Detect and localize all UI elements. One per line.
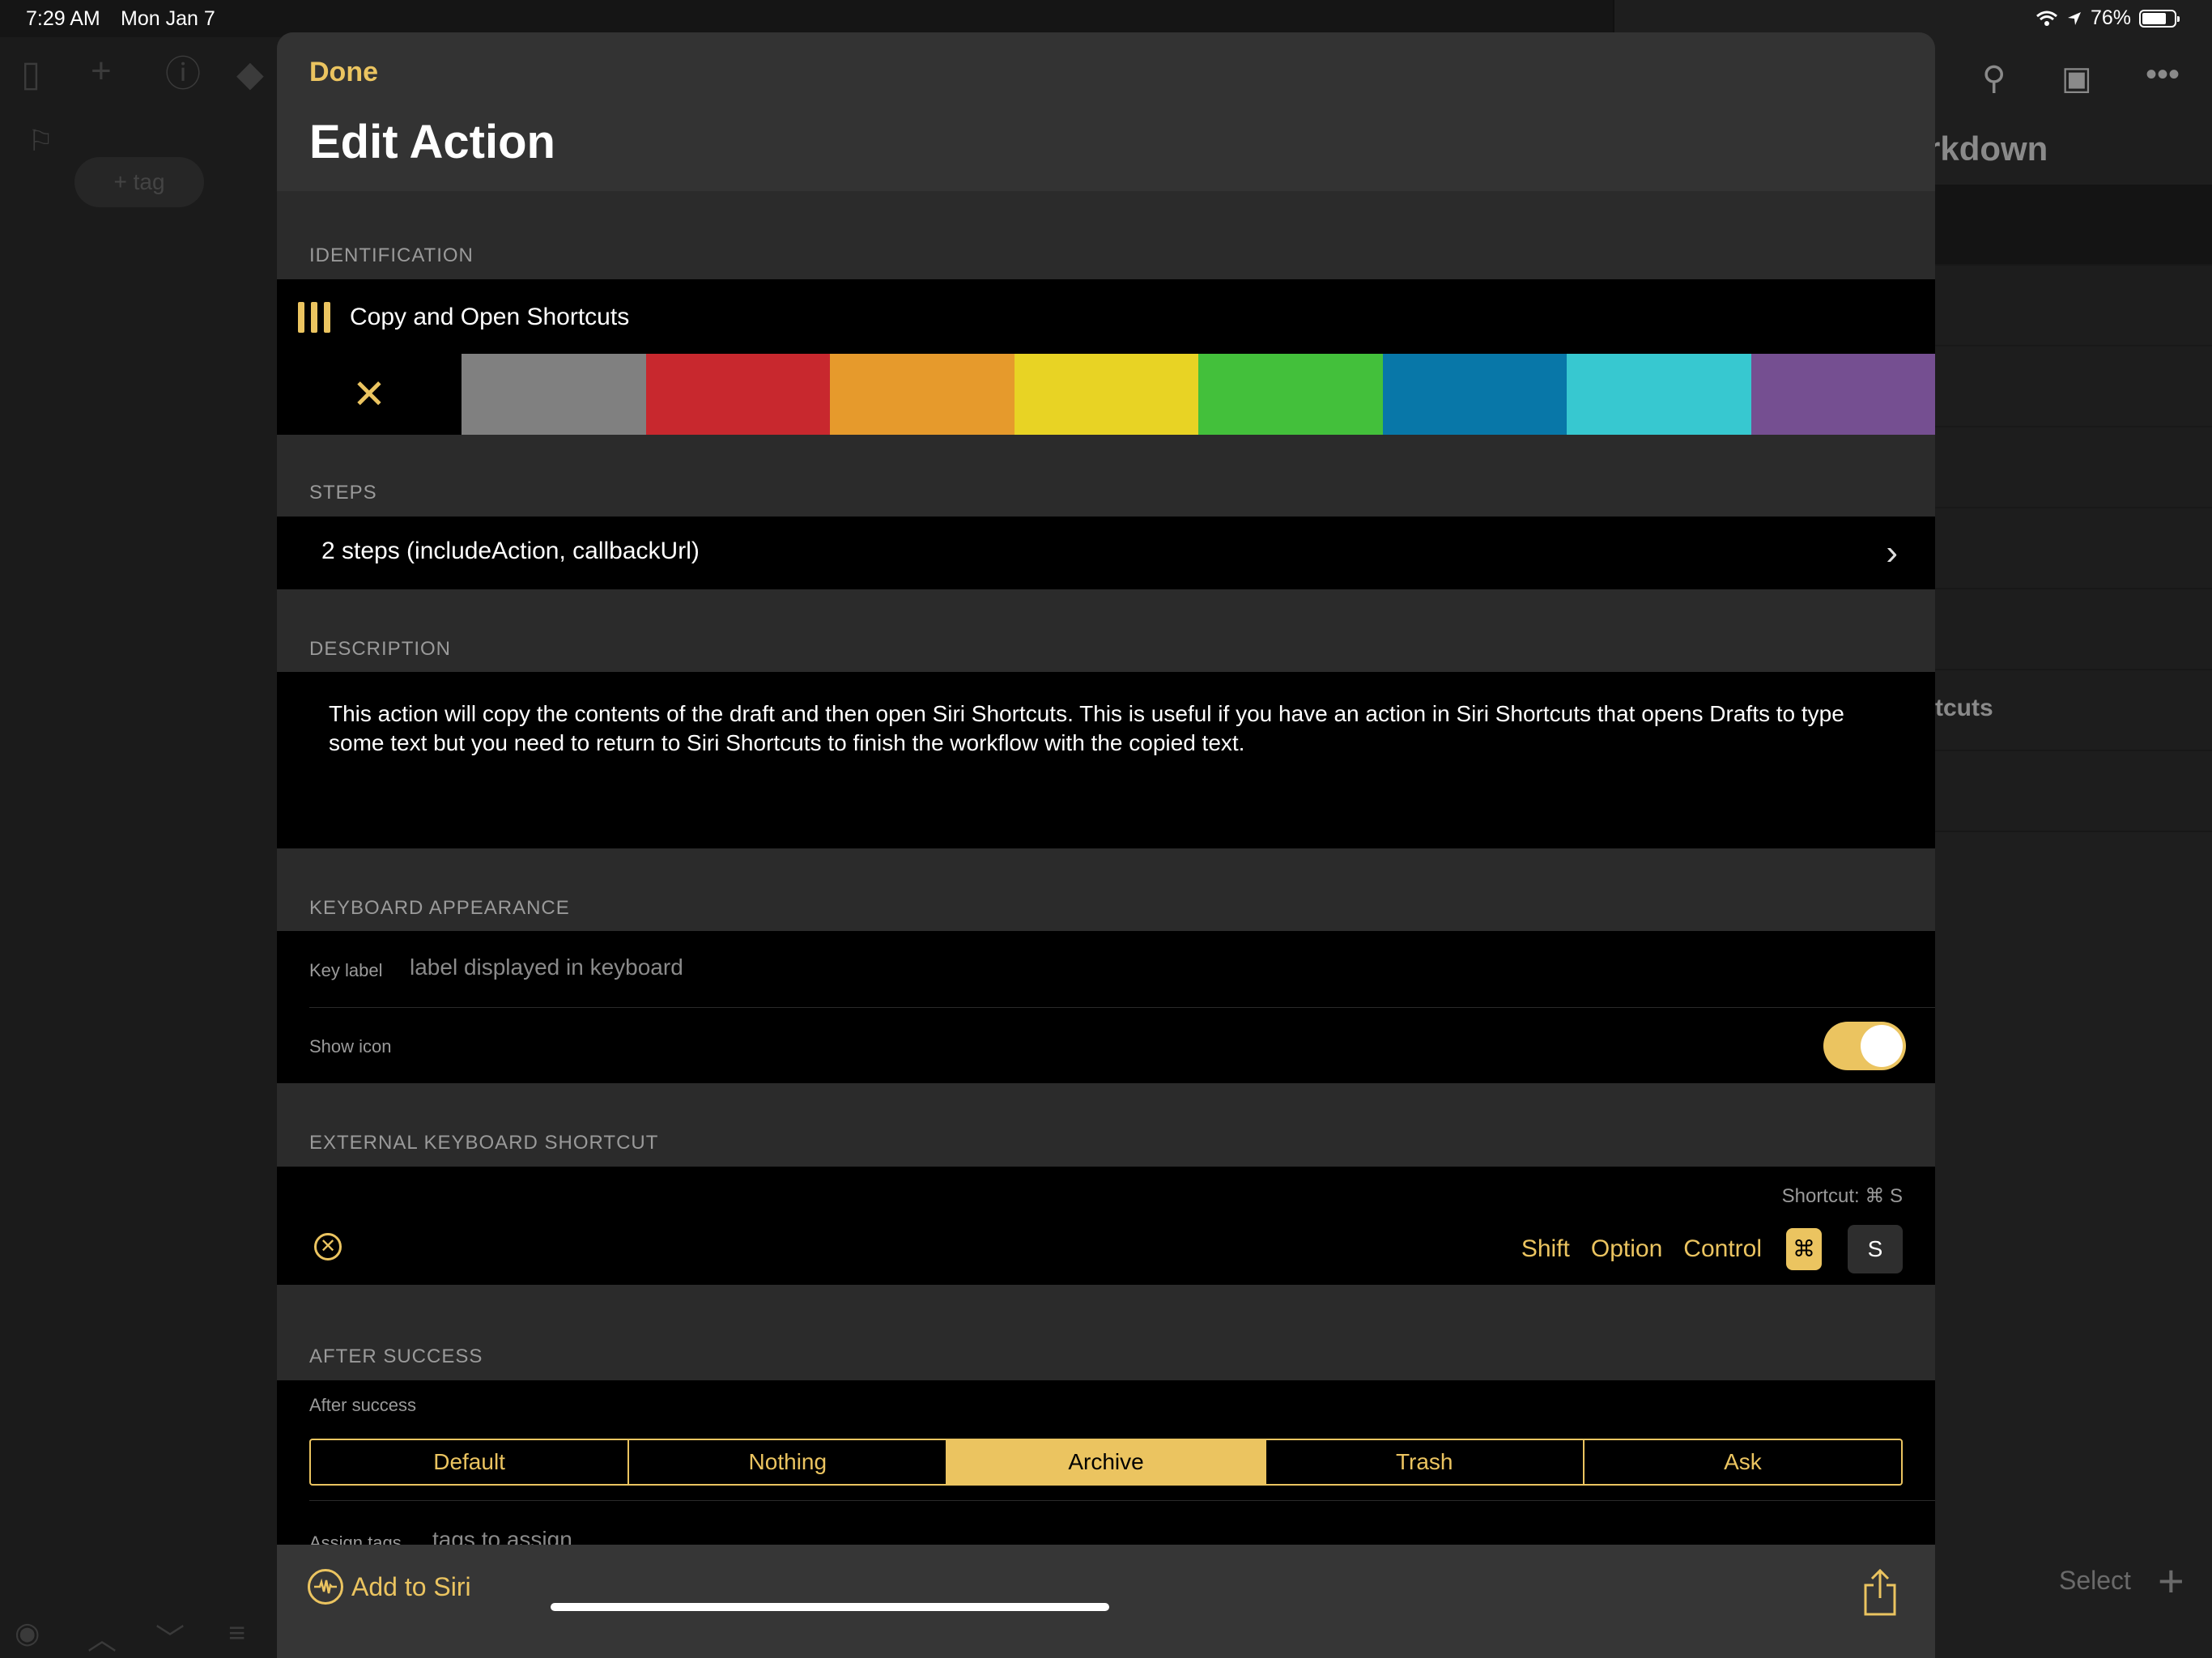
modifier-keys: Shift Option Control ⌘ S bbox=[1500, 1225, 1903, 1273]
section-external-shortcut: EXTERNAL KEYBOARD SHORTCUT bbox=[309, 1132, 659, 1154]
section-after-success: AFTER SUCCESS bbox=[309, 1346, 483, 1367]
new-draft-icon[interactable]: ▯ bbox=[21, 57, 40, 92]
list-item[interactable] bbox=[1935, 427, 2212, 508]
section-identification: IDENTIFICATION bbox=[309, 244, 474, 266]
list-icon[interactable]: ≡ bbox=[228, 1616, 245, 1650]
add-to-siri-label: Add to Siri bbox=[351, 1571, 471, 1601]
color-swatch-cyan[interactable] bbox=[1567, 354, 1751, 435]
segment-archive[interactable]: Archive bbox=[947, 1440, 1266, 1484]
keyboard-appearance-group: Key label Show icon bbox=[277, 931, 1935, 1083]
section-steps: STEPS bbox=[309, 482, 377, 504]
done-button[interactable]: Done bbox=[309, 57, 378, 88]
info-icon[interactable]: ⓘ bbox=[165, 57, 201, 92]
siri-waveform-icon bbox=[308, 1569, 343, 1605]
list-item[interactable] bbox=[1935, 346, 2212, 427]
arrow-up-icon[interactable]: ︿ bbox=[87, 1616, 117, 1658]
status-time: 7:29 AM bbox=[26, 7, 100, 30]
color-picker: ✕ bbox=[277, 354, 1935, 435]
color-swatch-gray[interactable] bbox=[462, 354, 646, 435]
segment-ask[interactable]: Ask bbox=[1585, 1440, 1901, 1484]
segment-nothing[interactable]: Nothing bbox=[629, 1440, 948, 1484]
more-icon[interactable]: ••• bbox=[2146, 57, 2180, 93]
action-name[interactable]: Copy and Open Shortcuts bbox=[350, 304, 629, 331]
color-swatch-green[interactable] bbox=[1198, 354, 1383, 435]
sheet-footer: Add to Siri bbox=[277, 1545, 1935, 1658]
divider bbox=[309, 1500, 1935, 1501]
edit-action-sheet: Done Edit Action IDENTIFICATION Copy and… bbox=[277, 32, 1935, 1658]
action-name-row[interactable]: Copy and Open Shortcuts bbox=[277, 279, 1935, 354]
arrow-down-icon[interactable]: ﹀ bbox=[155, 1616, 185, 1658]
home-indicator bbox=[551, 1603, 1109, 1611]
location-arrow-icon bbox=[2067, 11, 2081, 25]
description-field[interactable]: This action will copy the contents of th… bbox=[277, 672, 1935, 848]
steps-summary: 2 steps (includeAction, callbackUrl) bbox=[321, 538, 700, 564]
after-success-label: After success bbox=[309, 1395, 417, 1415]
wifi-icon bbox=[2035, 11, 2057, 26]
color-swatch-blue[interactable] bbox=[1382, 354, 1567, 435]
option-modifier-button[interactable]: Option bbox=[1591, 1235, 1662, 1263]
add-tag-pill[interactable]: + tag bbox=[74, 157, 204, 207]
list-item[interactable] bbox=[1935, 589, 2212, 670]
add-icon[interactable]: + bbox=[91, 53, 112, 89]
no-color-x-icon[interactable]: ✕ bbox=[277, 354, 462, 435]
add-to-siri-button[interactable]: Add to Siri bbox=[308, 1569, 471, 1605]
flag-icon[interactable]: ⚐ bbox=[28, 126, 53, 155]
battery-percent: 76% bbox=[2090, 6, 2131, 29]
workspace-icon[interactable]: ▣ bbox=[2061, 60, 2092, 97]
list-item-label: tcuts bbox=[1935, 695, 1993, 721]
list-item[interactable] bbox=[1935, 751, 2212, 832]
after-success-segmented-control: Default Nothing Archive Trash Ask bbox=[309, 1439, 1903, 1486]
segment-trash[interactable]: Trash bbox=[1266, 1440, 1585, 1484]
search-icon[interactable]: ⚲ bbox=[1982, 60, 2006, 97]
select-button[interactable]: Select bbox=[2059, 1566, 2131, 1596]
tag-icon[interactable]: ◆ bbox=[236, 57, 264, 92]
list-item[interactable] bbox=[1935, 266, 2212, 346]
preview-eye-icon[interactable]: ◉ bbox=[15, 1616, 40, 1650]
list-item[interactable] bbox=[1935, 508, 2212, 589]
steps-row[interactable]: 2 steps (includeAction, callbackUrl) › bbox=[277, 517, 1935, 589]
share-icon[interactable] bbox=[1862, 1568, 1898, 1620]
color-swatch-yellow[interactable] bbox=[1014, 354, 1198, 435]
color-swatch-red[interactable] bbox=[645, 354, 830, 435]
shift-modifier-button[interactable]: Shift bbox=[1521, 1235, 1570, 1263]
add-action-icon[interactable]: + bbox=[2158, 1554, 2184, 1607]
section-description: DESCRIPTION bbox=[309, 638, 452, 660]
key-label-input[interactable] bbox=[408, 954, 1140, 981]
action-group-title: rkdown bbox=[1927, 130, 2048, 168]
external-shortcut-group: Shortcut: ⌘ S ✕ Shift Option Control ⌘ S bbox=[277, 1167, 1935, 1285]
show-icon-label: Show icon bbox=[309, 1036, 392, 1056]
shortcut-key-field[interactable]: S bbox=[1848, 1225, 1903, 1273]
control-modifier-button[interactable]: Control bbox=[1683, 1235, 1762, 1263]
key-label-label: Key label bbox=[309, 960, 383, 980]
description-text[interactable]: This action will copy the contents of th… bbox=[329, 699, 1870, 758]
color-swatch-purple[interactable] bbox=[1750, 354, 1935, 435]
clear-shortcut-icon[interactable]: ✕ bbox=[314, 1233, 342, 1261]
page-title: Edit Action bbox=[309, 116, 555, 168]
list-item[interactable] bbox=[1935, 185, 2212, 266]
command-modifier-button[interactable]: ⌘ bbox=[1786, 1228, 1822, 1270]
show-icon-toggle[interactable] bbox=[1823, 1022, 1906, 1070]
divider bbox=[309, 1007, 1935, 1008]
status-indicators: 76% bbox=[2035, 6, 2180, 30]
toggle-knob bbox=[1861, 1025, 1903, 1067]
shortcut-summary: Shortcut: ⌘ S bbox=[1781, 1185, 1903, 1207]
chevron-right-icon: › bbox=[1886, 533, 1898, 572]
status-date: Mon Jan 7 bbox=[121, 7, 215, 30]
battery-icon bbox=[2139, 9, 2180, 28]
section-keyboard-appearance: KEYBOARD APPEARANCE bbox=[309, 897, 570, 919]
segment-default[interactable]: Default bbox=[311, 1440, 630, 1484]
sheet-header: Done Edit Action bbox=[277, 32, 1935, 191]
color-swatch-orange[interactable] bbox=[830, 354, 1015, 435]
action-grip-icon bbox=[298, 302, 330, 333]
